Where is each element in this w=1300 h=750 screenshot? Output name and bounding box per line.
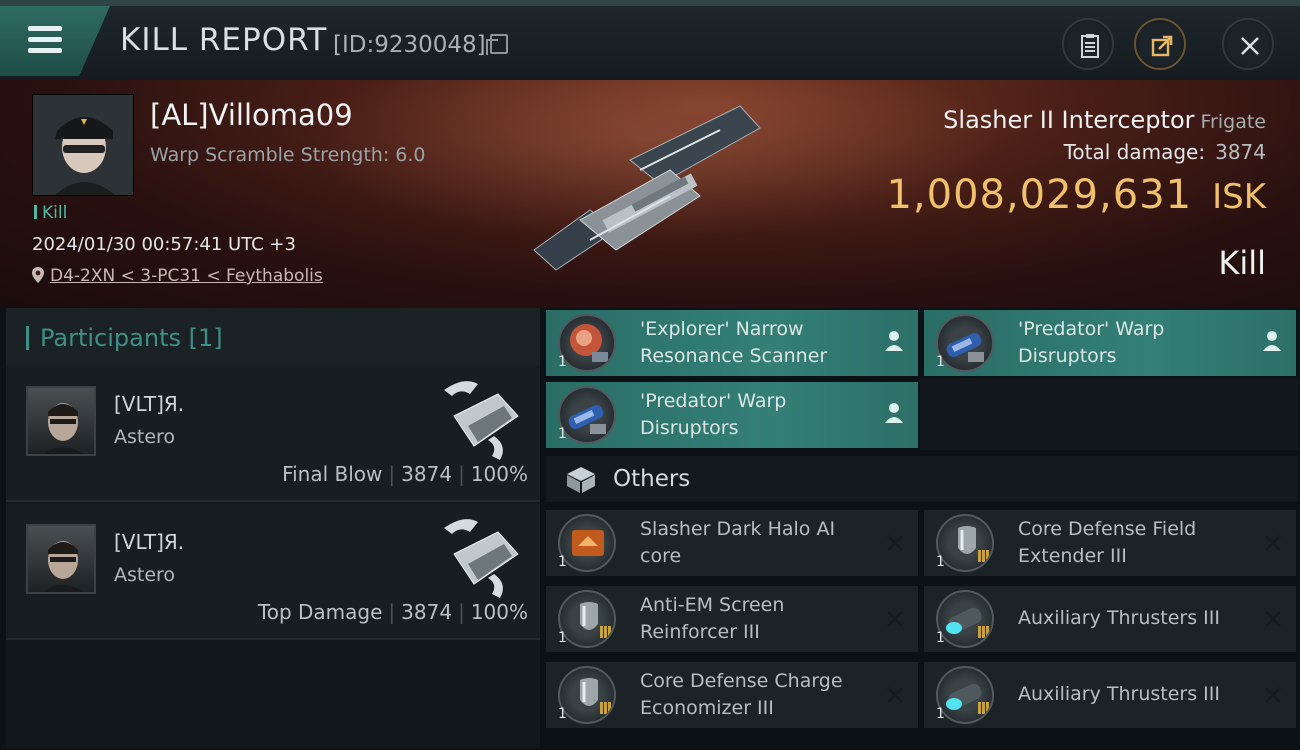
module-label: Core Defense Charge Economizer III [640,670,843,719]
location-link[interactable]: D4-2XN < 3-PC31 < Feythabolis [50,266,323,286]
module-item[interactable]: 1 Auxiliary Thrusters III [924,662,1296,728]
participants-panel: Participants [1] [VLT]Я. Astero Final Bl… [6,308,540,748]
module-quantity: 1 [558,630,567,646]
module-label: Slasher Dark Halo AI core [640,518,836,567]
ship-class: Frigate [1200,111,1266,133]
module-label: Core Defense Field Extender III [1018,518,1197,567]
kill-marker-icon [34,205,37,219]
destroyed-x-icon [887,611,903,627]
menu-icon-line [28,26,62,31]
participant-ship: Astero [114,564,176,586]
location-pin-icon [32,267,44,283]
kill-timestamp: 2024/01/30 00:57:41 UTC +3 [32,234,296,255]
module-item[interactable]: 1 Auxiliary Thrusters III [924,586,1296,652]
module-quantity: 1 [936,706,945,722]
destroyed-x-icon [1265,535,1281,551]
participant-avatar[interactable] [26,524,96,594]
victim-ship-name: Slasher II Interceptor Frigate [943,106,1266,134]
person-icon [885,331,903,351]
victim-name[interactable]: [AL]Villoma09 [150,98,353,132]
share-icon [1151,35,1173,57]
warp-scramble-strength: Warp Scramble Strength: 6.0 [150,144,426,166]
close-button[interactable] [1222,18,1274,70]
others-section-header: Others [546,456,1298,502]
close-icon [1241,37,1259,55]
person-icon [885,403,903,423]
participant-name[interactable]: [VLT]Я. [114,530,184,554]
participant-avatar[interactable] [26,386,96,456]
cube-icon [567,467,595,493]
others-title: Others [613,466,691,492]
module-quantity: 1 [558,554,567,570]
module-label: Anti-EM Screen Reinforcer III [640,594,785,643]
participant-stats: Final Blow | 3874 | 100% [282,462,528,486]
header-top-accent [0,0,1300,6]
module-label: 'Predator' Warp Disruptors [640,390,787,439]
module-item[interactable]: 1 'Explorer' Narrow Resonance Scanner [546,310,918,376]
participants-header: Participants [1] [6,308,540,366]
clipboard-icon [1081,34,1099,58]
module-label: Auxiliary Thrusters III [1018,607,1220,629]
participant-ship-icon[interactable] [434,514,526,600]
module-item[interactable]: 1 'Predator' Warp Disruptors [546,382,918,448]
module-quantity: 1 [558,706,567,722]
person-icon [1263,331,1281,351]
destroyed-x-icon [887,535,903,551]
module-quantity: 1 [936,554,945,570]
share-button[interactable] [1134,18,1186,70]
menu-icon-line [28,37,62,42]
module-item[interactable]: 1 'Predator' Warp Disruptors [924,310,1296,376]
module-label: 'Predator' Warp Disruptors [1018,318,1165,367]
kill-tag: Kill [34,203,67,223]
participant-stats: Top Damage | 3874 | 100% [257,600,528,624]
module-label: 'Explorer' Narrow Resonance Scanner [640,318,828,367]
destroyed-x-icon [1265,687,1281,703]
participant-row[interactable]: [VLT]Я. Astero Top Damage | 3874 | 100% [6,504,540,640]
participant-ship: Astero [114,426,176,448]
destroyed-x-icon [887,687,903,703]
module-quantity: 1 [936,354,945,370]
copy-icon[interactable] [486,34,508,55]
kill-location[interactable]: D4-2XN < 3-PC31 < Feythabolis [32,266,323,286]
isk-value: 1,008,029,631 ISK [886,172,1266,218]
victim-banner: [AL]Villoma09 Warp Scramble Strength: 6.… [0,80,1300,308]
module-label: Auxiliary Thrusters III [1018,683,1220,705]
page-title: KILL REPORT [120,22,328,58]
module-item[interactable]: 1 Core Defense Field Extender III [924,510,1296,576]
total-damage: Total damage: 3874 [1063,140,1266,164]
menu-icon-line [28,48,62,53]
module-quantity: 1 [558,426,567,442]
victim-portrait[interactable] [32,94,134,196]
module-item[interactable]: 1 Anti-EM Screen Reinforcer III [546,586,918,652]
kill-id: [ID:9230048] [333,32,486,58]
header-bar: KILL REPORT [ID:9230048] [0,0,1300,80]
module-quantity: 1 [558,354,567,370]
participants-title: Participants [1] [40,324,223,352]
participant-row[interactable]: [VLT]Я. Astero Final Blow | 3874 | 100% [6,366,540,502]
module-quantity: 1 [936,630,945,646]
module-item[interactable]: 1 Core Defense Charge Economizer III [546,662,918,728]
participant-name[interactable]: [VLT]Я. [114,392,184,416]
victim-ship-image[interactable] [520,100,770,280]
destroyed-x-icon [1265,611,1281,627]
victim-avatar-image [33,95,133,195]
module-item[interactable]: 1 Slasher Dark Halo AI core [546,510,918,576]
menu-button[interactable] [0,6,110,76]
kill-status: Kill [1218,244,1266,282]
clipboard-button[interactable] [1062,18,1114,70]
participant-ship-icon[interactable] [434,376,526,462]
